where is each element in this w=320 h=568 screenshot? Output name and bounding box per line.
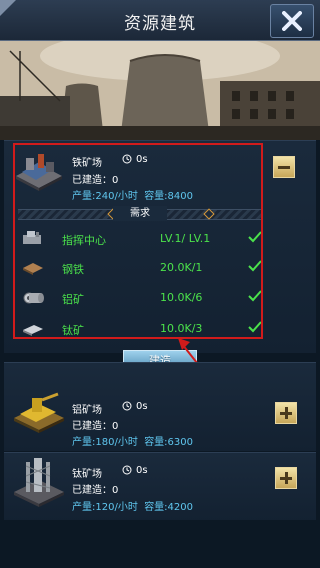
title-bar: 资源建筑 (0, 0, 320, 41)
checkmark-icon (248, 321, 262, 333)
aluminum-mine-building-icon (14, 392, 64, 433)
background-fill (0, 520, 320, 568)
close-x-icon (282, 11, 302, 31)
capacity-value: 容量:4200 (144, 502, 194, 513)
production-rate: 产量:180/小时 容量:6300 (72, 433, 193, 448)
clock-icon (122, 465, 132, 475)
collapse-button[interactable] (273, 156, 295, 178)
close-button[interactable] (270, 4, 314, 38)
requirement-row: 指挥中心 LV.1/ LV.1 (18, 228, 268, 250)
build-time: 0s (122, 401, 148, 412)
build-time: 0s (122, 154, 148, 165)
requirement-name: 铝矿 (62, 293, 84, 306)
requirement-value: 20.0K/1 (160, 261, 203, 274)
production-rate-value: 产量:240/小时 (72, 191, 138, 202)
built-count: 已建造：0 (72, 421, 119, 432)
checkmark-icon (248, 260, 262, 272)
requirements-title: 需求 (113, 206, 167, 221)
build-time-value: 0s (136, 154, 148, 165)
build-time: 0s (122, 465, 148, 476)
checkmark-icon (248, 290, 262, 302)
aluminum-icon (23, 292, 44, 304)
production-rate: 产量:120/小时 容量:4200 (72, 498, 193, 513)
clock-icon (122, 401, 132, 411)
built-count: 已建造：0 (72, 175, 119, 186)
clock-icon (122, 154, 132, 164)
steel-icon (23, 263, 43, 275)
production-rate-value: 产量:180/小时 (72, 437, 138, 448)
requirement-row: 铝矿 10.0K/6 (18, 287, 268, 309)
requirement-value: 10.0K/6 (160, 291, 203, 304)
requirement-name: 钢铁 (62, 263, 84, 276)
requirement-name: 钛矿 (62, 324, 84, 337)
checkmark-icon (248, 231, 262, 243)
expand-button[interactable] (275, 467, 297, 489)
capacity-value: 容量:8400 (144, 191, 194, 202)
building-name: 钛矿场 (72, 469, 102, 480)
built-count: 已建造：0 (72, 485, 119, 496)
iron-mine-building-icon (16, 154, 62, 191)
titanium-icon (23, 325, 43, 336)
requirement-row: 钢铁 20.0K/1 (18, 257, 268, 279)
titanium-mine-building-icon (14, 458, 64, 507)
requirement-value: LV.1/ LV.1 (160, 232, 211, 245)
production-rate-value: 产量:120/小时 (72, 502, 138, 513)
minus-icon (278, 166, 290, 169)
capacity-value: 容量:6300 (144, 437, 194, 448)
build-time-value: 0s (136, 401, 148, 412)
requirement-name: 指挥中心 (62, 234, 106, 247)
building-name: 铁矿场 (72, 158, 102, 169)
build-time-value: 0s (136, 465, 148, 476)
command-center-icon (23, 231, 41, 244)
building-name: 铝矿场 (72, 405, 102, 416)
header-banner-image (0, 41, 320, 140)
production-rate: 产量:240/小时 容量:8400 (72, 187, 193, 202)
expand-button[interactable] (275, 402, 297, 424)
requirement-row: 钛矿 10.0K/3 (18, 318, 268, 340)
